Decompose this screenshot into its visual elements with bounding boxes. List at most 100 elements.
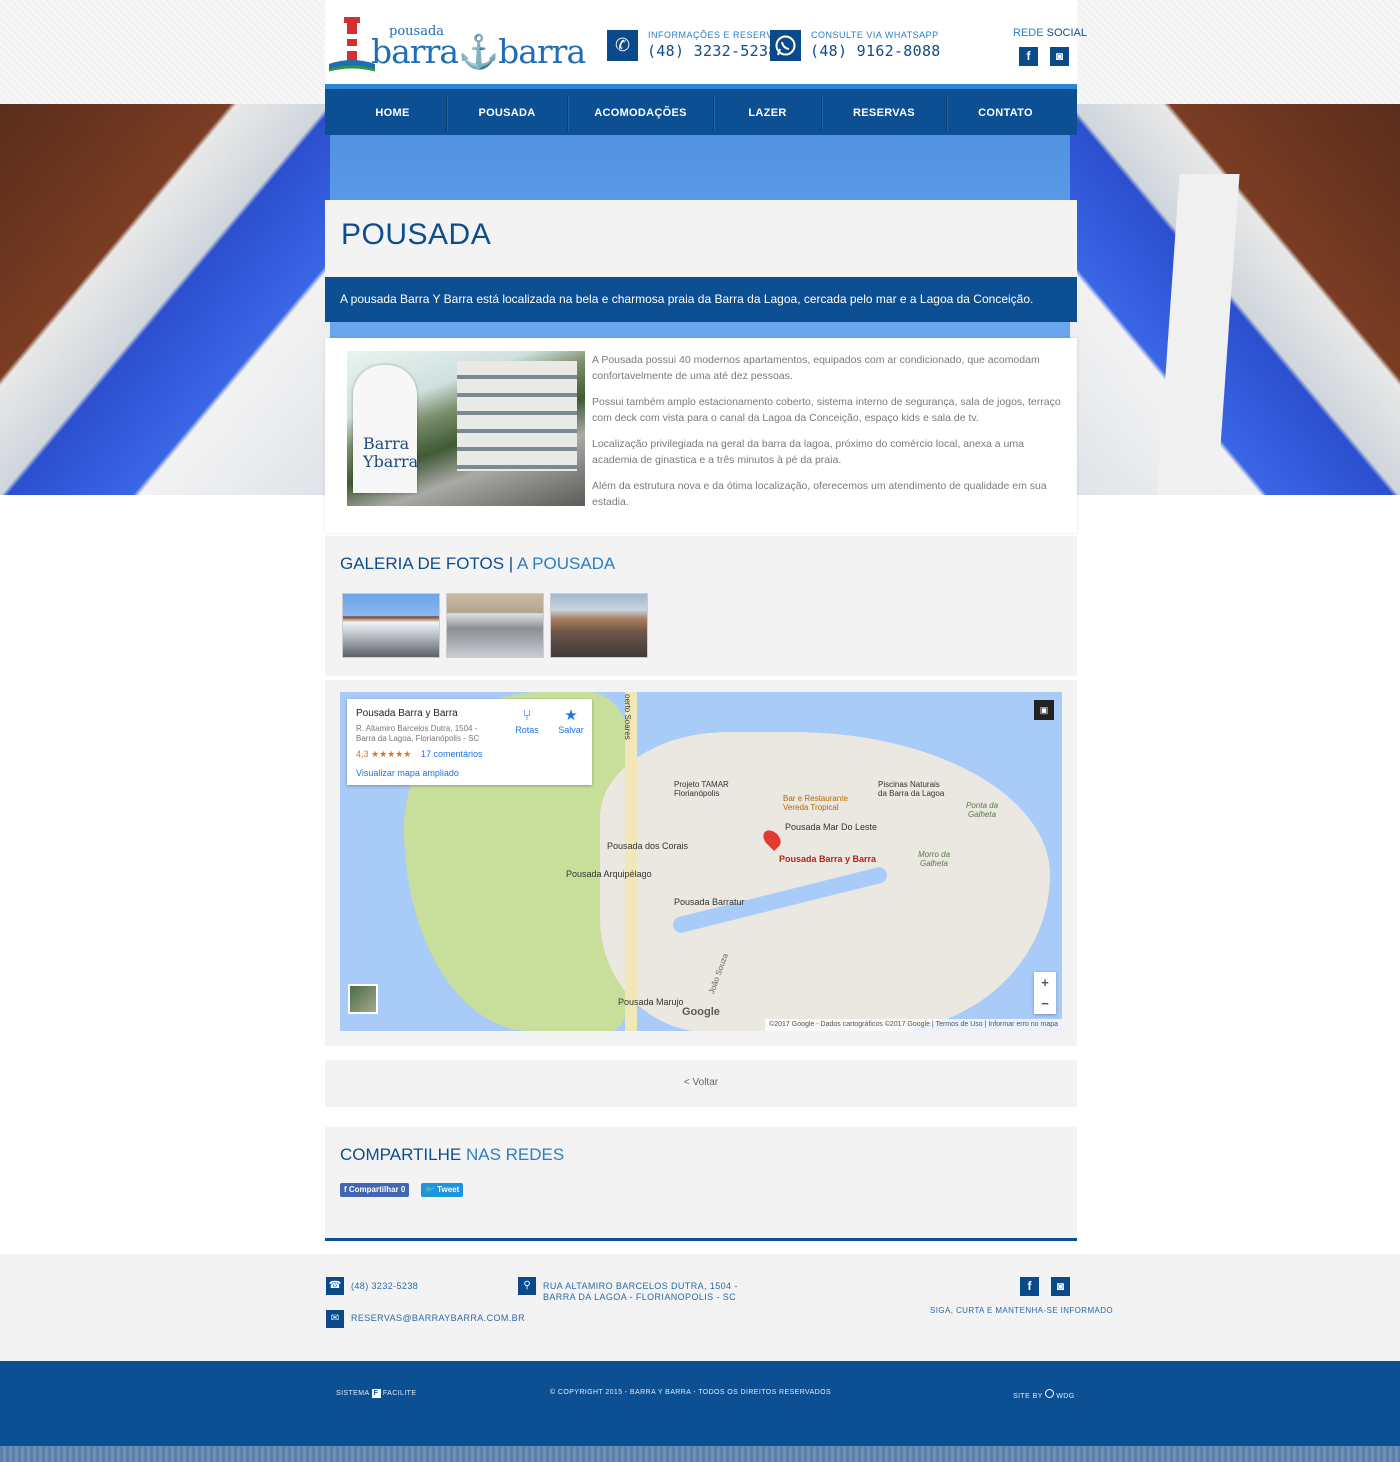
lighthouse-icon [328,17,376,72]
zoom-in-button[interactable]: + [1034,972,1056,993]
share-title: COMPARTILHE NAS REDES [340,1145,564,1165]
mail-icon: ✉ [326,1310,344,1328]
about-paragraph: Além da estrutura nova e da ótima locali… [592,480,1047,508]
nav-contato[interactable]: CONTATO [946,95,1064,131]
routes-label: Rotas [515,725,539,735]
about-panel: Barra Ybarra A Pousada possui 40 moderno… [325,338,1077,533]
bottom-bar: SISTEMA F FACILITE © COPYRIGHT 2015 - BA… [0,1361,1400,1462]
facebook-icon[interactable]: f [1020,1277,1039,1296]
nav-reservas[interactable]: RESERVAS [821,95,946,131]
nav-acomodacoes[interactable]: ACOMODAÇÕES [567,95,713,131]
footer-tagline: SIGA, CURTA E MANTENHA-SE INFORMADO [930,1306,1114,1315]
page-title: POUSADA [341,218,492,251]
social-title: REDE SOCIAL [1013,27,1087,39]
nav-lazer[interactable]: LAZER [713,95,821,131]
site-by-b: WDG [1056,1393,1075,1400]
map-pin-label: Pousada Barra y Barra [779,854,877,864]
map-label-road: oerto Soares [623,694,632,740]
gallery-panel: GALERIA DE FOTOS | A POUSADA [325,536,1077,676]
intro-text: A pousada Barra Y Barra está localizada … [325,277,1077,322]
instagram-icon[interactable]: ◙ [1051,1277,1070,1296]
map-card-name: Pousada Barra y Barra [356,708,458,719]
share-title-a: COMPARTILHE [340,1145,462,1164]
main-nav: HOME POUSADA ACOMODAÇÕES LAZER RESERVAS … [325,84,1077,135]
gallery-title-a: GALERIA DE FOTOS [340,554,505,573]
map-card-rating: 4,3 ★★★★★ [356,749,412,759]
whatsapp-number[interactable]: (48) 9162-8088 [810,42,941,60]
google-map[interactable]: oerto Soares Projeto TAMAR Florianópolis… [340,692,1062,1031]
routes-icon: ⑂ [522,707,532,724]
tweet-button[interactable]: 🐦 Tweet [421,1183,464,1197]
facebook-icon[interactable]: f [1019,47,1038,66]
system-credit-a: SISTEMA [336,1390,370,1397]
logo-main-text: barra⚓barra [371,32,586,71]
site-by-a: SITE BY [1013,1393,1043,1400]
site-logo[interactable]: pousada barra⚓barra [327,14,586,74]
map-label-marujo: Pousada Marujo [618,997,684,1007]
gallery-thumb[interactable] [342,593,440,658]
star-icon: ★ [564,707,578,724]
map-info-card: Pousada Barra y Barra R. Altamiro Barcel… [347,699,592,785]
gallery-thumb[interactable] [550,593,648,658]
phone-icon: ☎ [326,1277,344,1295]
map-label-mar-leste: Pousada Mar Do Leste [785,822,878,832]
whatsapp-contact: CONSULTE VIA WHATSAPP (48) 9162-8088 [770,28,940,64]
phone-icon: ✆ [607,30,638,61]
footer-address: RUA ALTAMIRO BARCELOS DUTRA, 1504 - BARR… [543,1281,738,1302]
phone-label: INFORMAÇÕES E RESERVAS [648,30,786,40]
hero-left-balcony [0,104,330,495]
nav-pousada[interactable]: POUSADA [446,95,567,131]
map-card-address: R. Altamiro Barcelos Dutra, 1504 - Barra… [356,724,480,743]
map-beach [625,692,637,1031]
back-link[interactable]: < Voltar [325,1077,1077,1088]
copyright: © COPYRIGHT 2015 - BARRA Y BARRA - TODOS… [550,1389,832,1396]
nav-home[interactable]: HOME [339,95,446,131]
map-save-button[interactable]: ★ Salvar [551,707,591,735]
map-attribution[interactable]: ©2017 Google - Dados cartográficos ©2017… [765,1019,1062,1031]
about-paragraph: Localização privilegiada na geral da bar… [592,438,1024,466]
map-card-reviews[interactable]: 17 comentários [421,749,483,759]
facebook-share-button[interactable]: f Compartilhar 0 [340,1183,410,1197]
phone-contact: ✆ INFORMAÇÕES E RESERVAS (48) 3232-5238 [607,28,785,64]
pousada-photo: Barra Ybarra [347,351,585,506]
hero-right-balcony [1070,104,1400,495]
system-credit[interactable]: SISTEMA F FACILITE [336,1389,416,1398]
about-text: A Pousada possui 40 modernos apartamento… [592,352,1062,520]
gallery-title: GALERIA DE FOTOS | A POUSADA [340,554,615,574]
footer-email[interactable]: RESERVAS@BARRAYBARRA.COM.BR [351,1313,525,1323]
save-label: Salvar [558,725,584,735]
sign-text: Barra Ybarra [363,434,419,471]
share-panel: COMPARTILHE NAS REDES f Compartilhar 0 🐦… [325,1127,1077,1241]
zoom-out-button[interactable]: − [1034,993,1056,1014]
map-label-barratur: Pousada Barratur [674,897,745,907]
whatsapp-icon [770,30,801,61]
map-label-bar: Bar e Restaurante Vereda Tropical [783,794,848,812]
footer-phone[interactable]: (48) 3232-5238 [351,1281,418,1291]
instagram-icon[interactable]: ◙ [1050,47,1069,66]
pousada-sign [353,365,417,493]
gallery-thumb[interactable] [446,593,544,658]
map-routes-button[interactable]: ⑂ Rotas [507,707,547,735]
map-label-morro: Morro da Galheta [918,850,951,868]
building-facade [457,361,577,471]
site-footer: ☎ (48) 3232-5238 ✉ RESERVAS@BARRAYBARRA.… [0,1254,1400,1361]
google-logo: Google [682,1006,720,1018]
satellite-toggle[interactable] [348,984,378,1014]
developer-credit[interactable]: SITE BY WDG [1013,1389,1075,1400]
map-label-ponta: Ponta da Galheta [966,801,999,819]
map-label-corais: Pousada dos Corais [607,841,689,851]
facilite-icon: F [371,1389,381,1398]
share-title-b: NAS REDES [465,1145,565,1164]
title-panel: POUSADA A pousada Barra Y Barra está loc… [325,200,1077,322]
map-card-link[interactable]: Visualizar mapa ampliado [356,768,459,778]
back-panel: < Voltar [325,1060,1077,1107]
map-label-piscinas: Piscinas Naturais da Barra da Lagoa [878,780,945,798]
phone-number[interactable]: (48) 3232-5238 [647,42,778,60]
fullscreen-icon[interactable]: ▣ [1034,700,1054,720]
social-title-b: SOCIAL [1046,27,1087,39]
gallery-title-sep: | [504,554,518,573]
map-label-arquipelago: Pousada Arquipélago [566,869,652,879]
about-paragraph: A Pousada possui 40 modernos apartamento… [592,354,1040,382]
about-paragraph: Possui também amplo estacionamento cober… [592,396,1061,424]
whatsapp-label: CONSULTE VIA WHATSAPP [811,30,939,40]
